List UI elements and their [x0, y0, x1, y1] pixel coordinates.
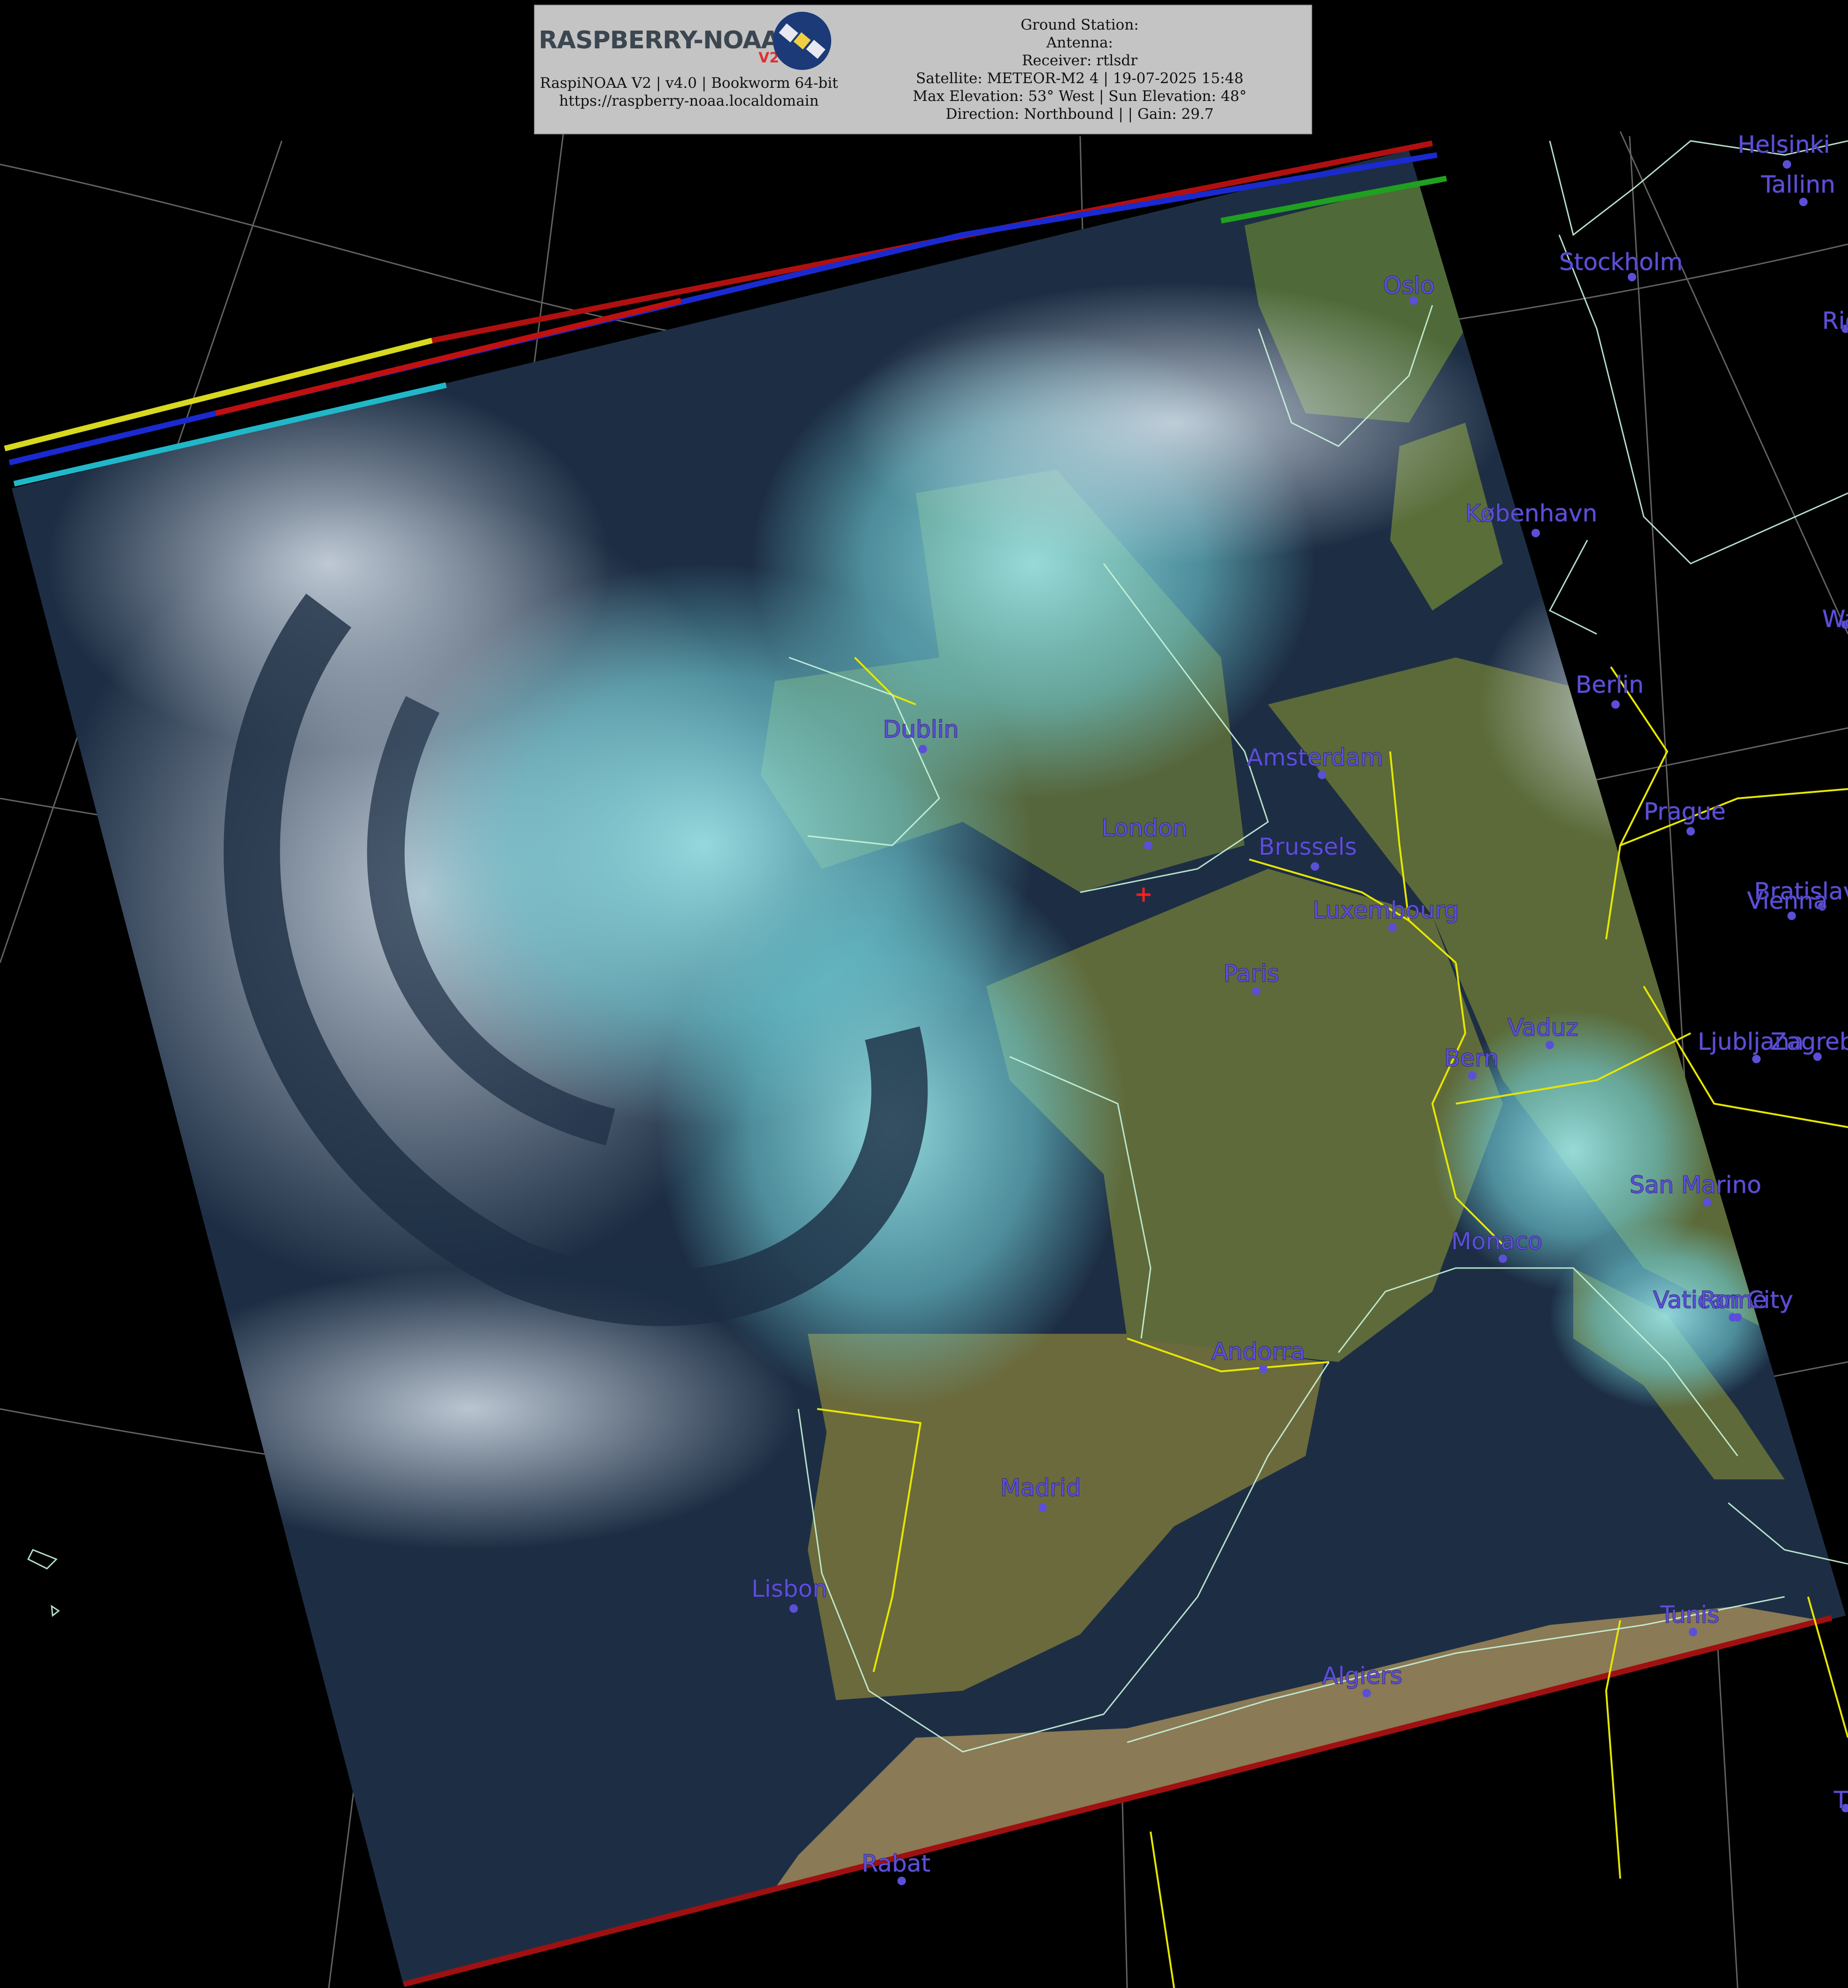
city-label: Stockholm — [1559, 248, 1683, 276]
city-dot — [1686, 827, 1695, 835]
city-label: Paris — [1223, 960, 1279, 987]
city-dot — [1259, 1365, 1268, 1373]
logo: RASPBERRY-NOAA V2 — [539, 8, 839, 70]
city-label: Rabat — [862, 1850, 930, 1877]
elevation-label: Max Elevation: 53° West | Sun Elevation:… — [912, 88, 1247, 105]
city-vienna: Vienna — [1747, 887, 1828, 920]
city-dot — [897, 1877, 906, 1885]
station-url: https://raspberry-noaa.localdomain — [559, 93, 819, 109]
city-dot — [1318, 771, 1326, 779]
city-label: Lisbon — [751, 1575, 827, 1602]
software-info: RaspiNOAA V2 | v4.0 | Bookworm 64-bit ht… — [539, 74, 839, 110]
city-label: Oslo — [1383, 272, 1435, 299]
city-label: Andorra — [1212, 1338, 1305, 1365]
city-dot — [1799, 198, 1808, 206]
city-zagreb: Zagreb — [1770, 1028, 1848, 1061]
city-label: Vaduz — [1508, 1014, 1578, 1041]
city-dot — [1468, 1071, 1477, 1080]
ground-station-label: Ground Station: — [1021, 16, 1139, 33]
city-label: Berlin — [1576, 671, 1644, 698]
city-label: Prague — [1644, 798, 1726, 825]
pass-info: Ground Station: Antenna: Receiver: rtlsd… — [854, 16, 1305, 123]
city-stockholm: Stockholm — [1559, 248, 1683, 281]
city-label: Zagreb — [1771, 1028, 1848, 1055]
city-label: Algiers — [1322, 1662, 1402, 1689]
city-berlin: Berlin — [1575, 671, 1644, 709]
city-label: Vienna — [1747, 887, 1828, 914]
city-label: Brussels — [1259, 833, 1357, 860]
city-dot — [1733, 1313, 1742, 1322]
city-dot — [1703, 1198, 1711, 1207]
city-dot — [1689, 1628, 1697, 1636]
header-panel: RASPBERRY-NOAA V2 RaspiNOAA V2 | v4.0 | … — [534, 5, 1312, 134]
city-warsaw: Warsaw — [1822, 605, 1848, 633]
city-dot — [1611, 700, 1620, 709]
satellite-label: Satellite: METEOR-M2 4 | 19-07-2025 15:4… — [916, 70, 1244, 87]
city-prague: Prague — [1643, 797, 1726, 835]
city-tallinn: Tallinn — [1760, 170, 1836, 206]
satellite-icon — [773, 12, 831, 70]
city-dot — [1783, 160, 1791, 169]
city-label: Helsinki — [1738, 131, 1830, 158]
city-label: Tallinn — [1761, 171, 1835, 198]
city-rabat: Rabat — [861, 1849, 931, 1885]
antenna-label: Antenna: — [1046, 34, 1113, 51]
city-label: Tirana — [1833, 1787, 1848, 1814]
city-label: København — [1465, 500, 1597, 527]
satellite-swath — [12, 150, 1846, 1987]
city-dot — [1752, 1055, 1761, 1063]
city-label: Luxembourg — [1313, 897, 1459, 924]
receiver-label: Receiver: rtlsdr — [1021, 52, 1138, 69]
city-dot — [1311, 862, 1319, 871]
satellite-image-map: Oslo Stockholm Helsinki Tallinn Riga Københav… — [0, 131, 1848, 1988]
city-label: Tunis — [1660, 1601, 1719, 1628]
city-label: Amsterdam — [1247, 744, 1383, 771]
city-label: Bern — [1444, 1044, 1499, 1072]
city-dot — [1252, 987, 1260, 995]
city-dot — [1531, 529, 1540, 537]
city-dot — [789, 1604, 798, 1613]
software-line: RaspiNOAA V2 | v4.0 | Bookworm 64-bit — [540, 75, 838, 92]
city-label: Madrid — [1000, 1474, 1081, 1501]
city-dot — [1499, 1254, 1507, 1263]
city-tirana: Tirana — [1833, 1786, 1848, 1814]
city-label: Monaco — [1451, 1228, 1542, 1255]
city-dot — [919, 745, 927, 753]
city-label: Dublin — [883, 716, 959, 743]
city-dot — [1038, 1503, 1047, 1512]
city-dot — [1144, 841, 1152, 850]
city-label: San Marino — [1630, 1171, 1761, 1199]
city-helsinki: Helsinki — [1737, 131, 1830, 169]
city-label: Rome — [1700, 1286, 1767, 1314]
city-riga: Riga — [1822, 307, 1848, 335]
city-dot — [1546, 1041, 1554, 1049]
city-dot — [1362, 1689, 1371, 1697]
city-label: Warsaw — [1822, 605, 1848, 633]
city-dot — [1388, 923, 1397, 932]
city-label: London — [1101, 814, 1187, 842]
logo-text: RASPBERRY-NOAA — [539, 26, 780, 54]
direction-label: Direction: Northbound | | Gain: 29.7 — [945, 106, 1214, 123]
city-label: Riga — [1822, 307, 1848, 334]
